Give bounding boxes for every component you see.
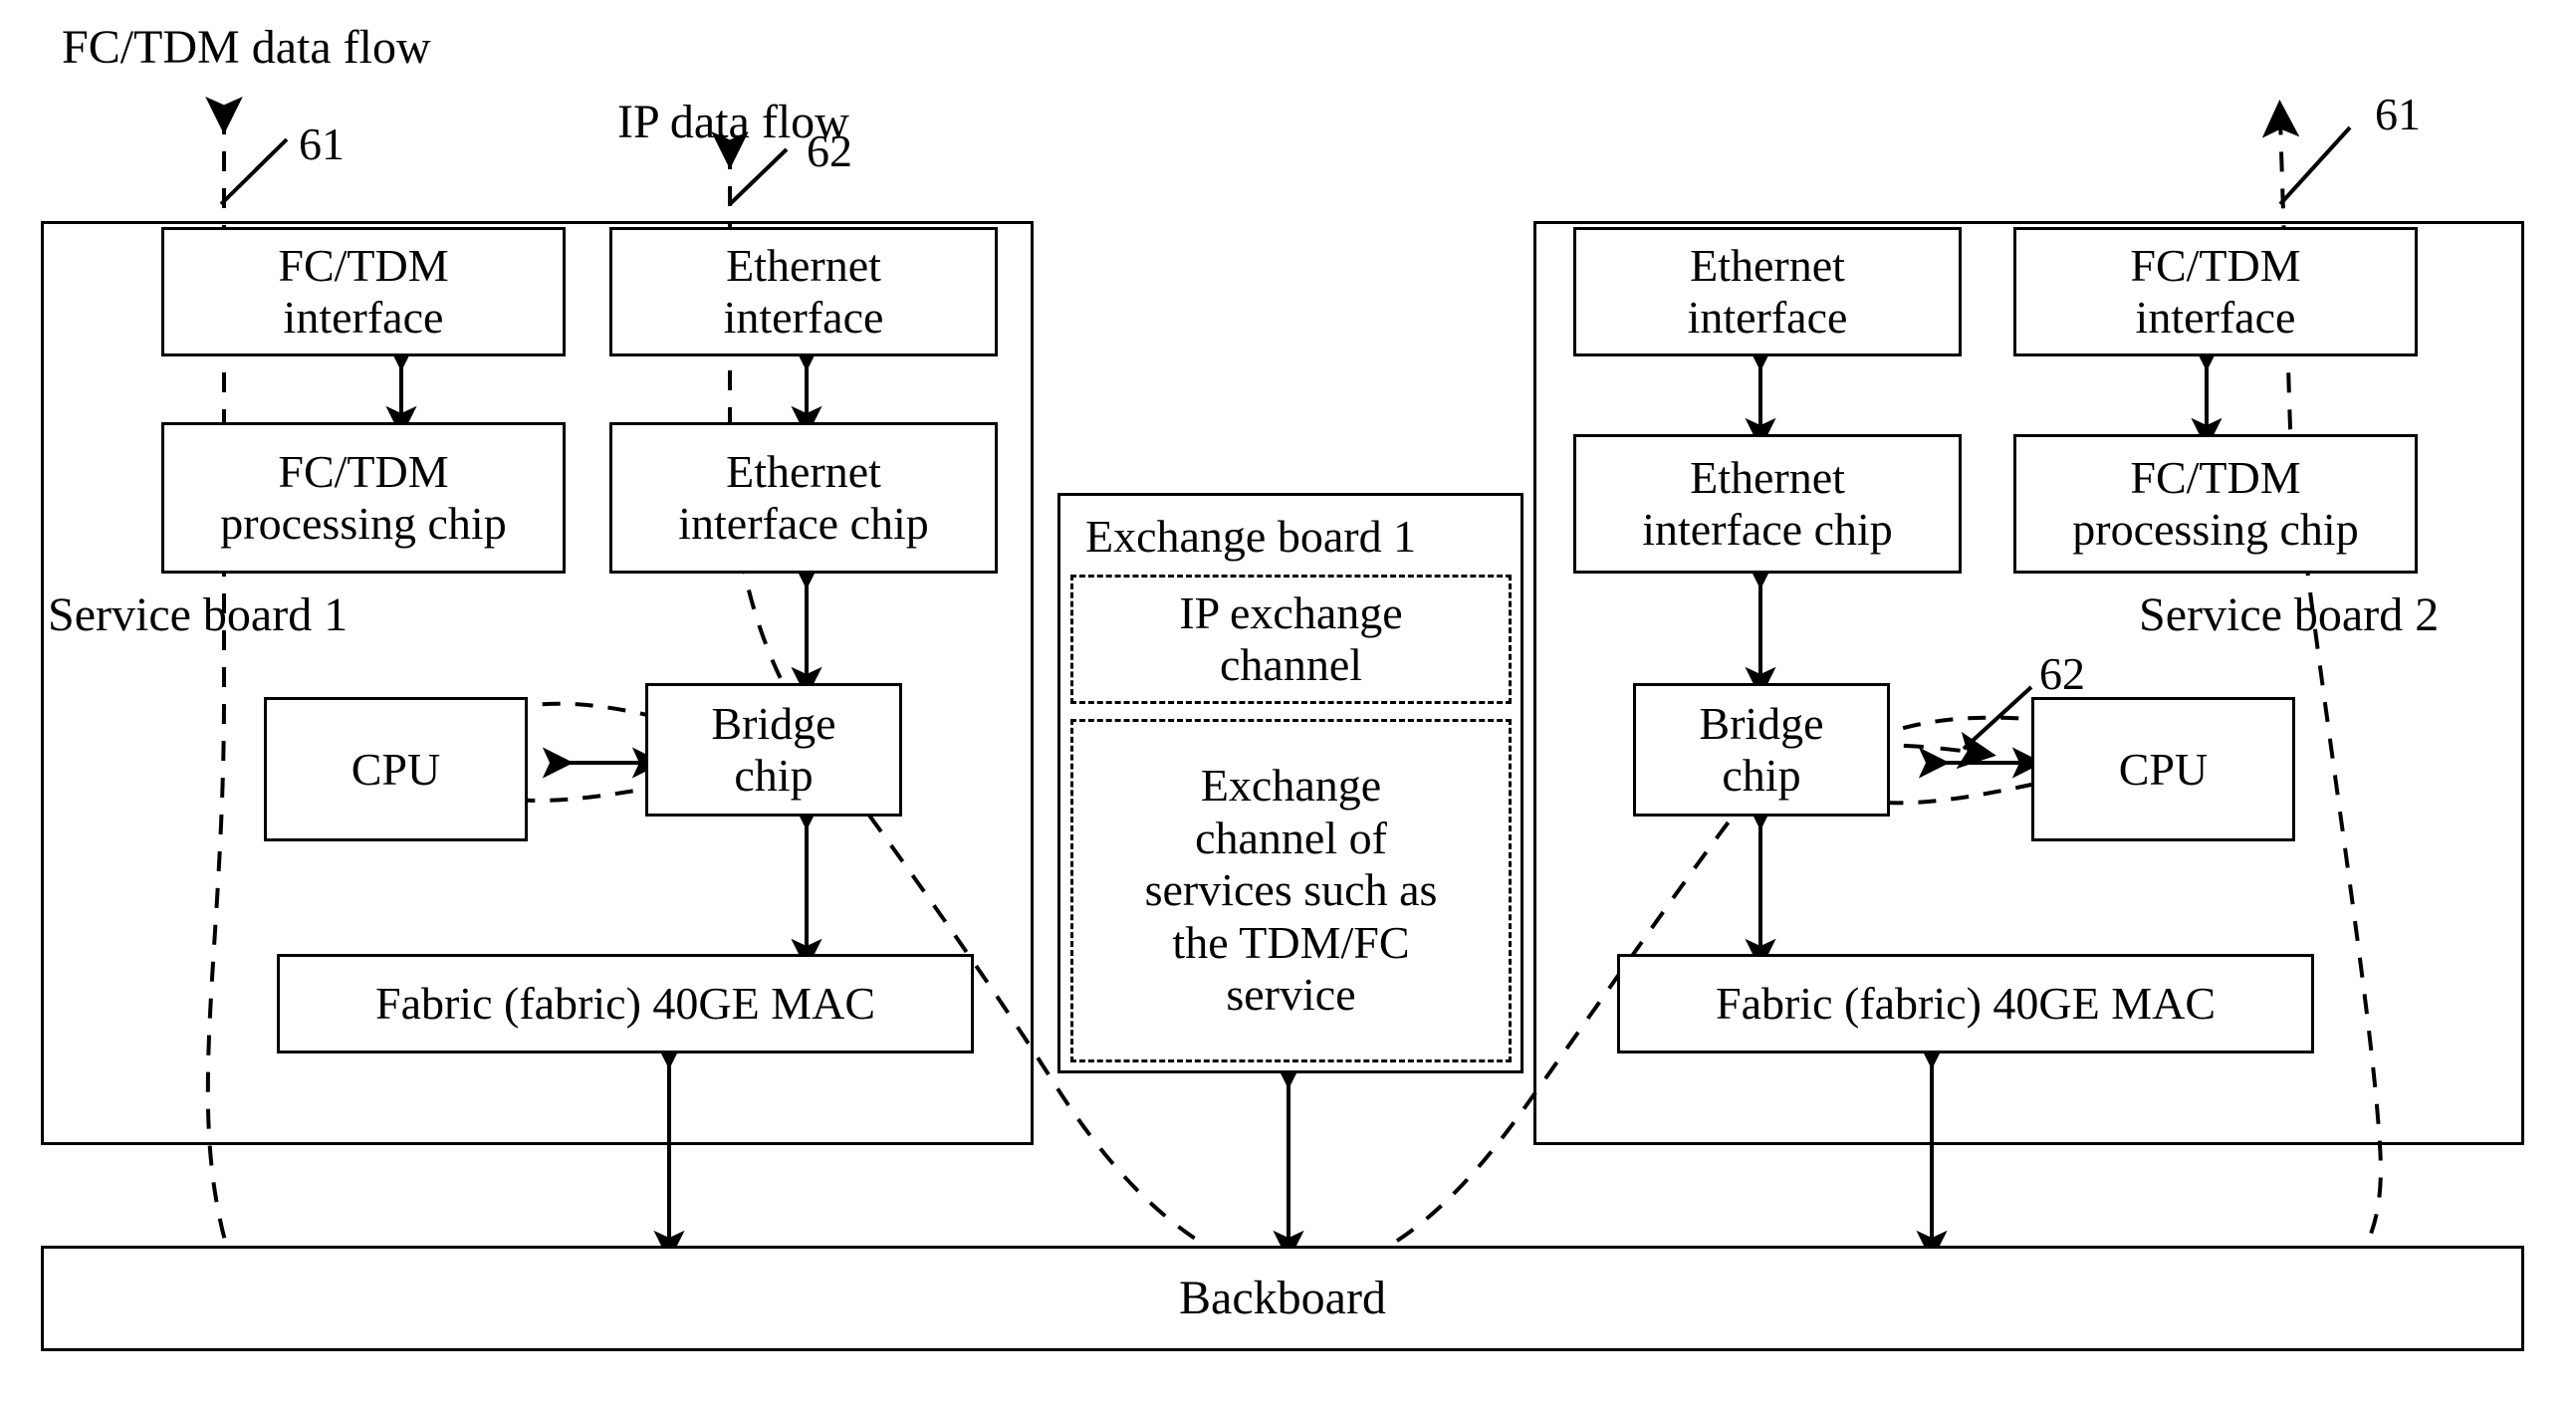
fc-tdm-interface-block-right: FC/TDM interface <box>2013 227 2418 356</box>
ethernet-interface-chip-block-right: Ethernet interface chip <box>1573 434 1962 574</box>
bridge-chip-label-left: Bridge chip <box>711 698 836 801</box>
service-board-2-label: Service board 2 <box>2139 588 2440 641</box>
diagram-canvas: Service board 1 FC/TDM interface Ethernet… <box>0 0 2576 1403</box>
ip-exchange-channel-label: IP exchange channel <box>1179 586 1403 690</box>
cpu-block-right: CPU <box>2031 697 2295 841</box>
ethernet-interface-block-right: Ethernet interface <box>1573 227 1962 356</box>
ethernet-interface-block-left: Ethernet interface <box>609 227 998 356</box>
ip-exchange-channel-block: IP exchange channel <box>1070 575 1512 704</box>
fc-tdm-interface-block-left: FC/TDM interface <box>161 227 566 356</box>
ethernet-interface-chip-label-right: Ethernet interface chip <box>1642 452 1893 555</box>
cpu-label-left: CPU <box>351 743 441 795</box>
bridge-chip-block-right: Bridge chip <box>1633 683 1890 817</box>
ethernet-interface-label-left: Ethernet interface <box>723 240 884 343</box>
fabric-mac-block-right: Fabric (fabric) 40GE MAC <box>1617 954 2314 1053</box>
fc-tdm-processing-chip-label-right: FC/TDM processing chip <box>2072 452 2359 555</box>
exchange-board-1-label: Exchange board 1 <box>1085 511 1417 562</box>
cpu-block-left: CPU <box>264 697 528 841</box>
bridge-chip-label-right: Bridge chip <box>1699 698 1824 801</box>
ethernet-interface-chip-label-left: Ethernet interface chip <box>678 446 929 549</box>
fabric-mac-label-left: Fabric (fabric) 40GE MAC <box>374 978 876 1030</box>
reference-numeral-61-right: 61 <box>2375 89 2421 139</box>
ethernet-interface-label-right: Ethernet interface <box>1687 240 1848 343</box>
reference-numeral-62-right: 62 <box>2039 648 2085 699</box>
cpu-label-right: CPU <box>2118 743 2209 795</box>
ethernet-interface-chip-block-left: Ethernet interface chip <box>609 422 998 574</box>
backboard-label: Backboard <box>1179 1272 1386 1325</box>
tdm-fc-exchange-channel-block: Exchange channel of services such as the TD… <box>1070 719 1512 1062</box>
fabric-mac-label-right: Fabric (fabric) 40GE MAC <box>1715 978 2217 1030</box>
bridge-chip-block-left: Bridge chip <box>645 683 902 817</box>
reference-numeral-61-left: 61 <box>299 118 345 169</box>
fc-tdm-processing-chip-block-left: FC/TDM processing chip <box>161 422 566 574</box>
fc-tdm-interface-label-right: FC/TDM interface <box>2130 240 2301 343</box>
tdm-fc-exchange-channel-label: Exchange channel of services such as the TD… <box>1144 760 1438 1021</box>
fc-tdm-processing-chip-block-right: FC/TDM processing chip <box>2013 434 2418 574</box>
reference-numeral-62-left: 62 <box>807 125 852 176</box>
service-board-1-label: Service board 1 <box>48 588 349 641</box>
fc-tdm-data-flow-label: FC/TDM data flow <box>62 21 431 74</box>
backboard-container: Backboard <box>41 1246 2524 1351</box>
fc-tdm-interface-label-left: FC/TDM interface <box>278 240 449 343</box>
fabric-mac-block-left: Fabric (fabric) 40GE MAC <box>277 954 974 1053</box>
fc-tdm-processing-chip-label-left: FC/TDM processing chip <box>220 446 507 549</box>
